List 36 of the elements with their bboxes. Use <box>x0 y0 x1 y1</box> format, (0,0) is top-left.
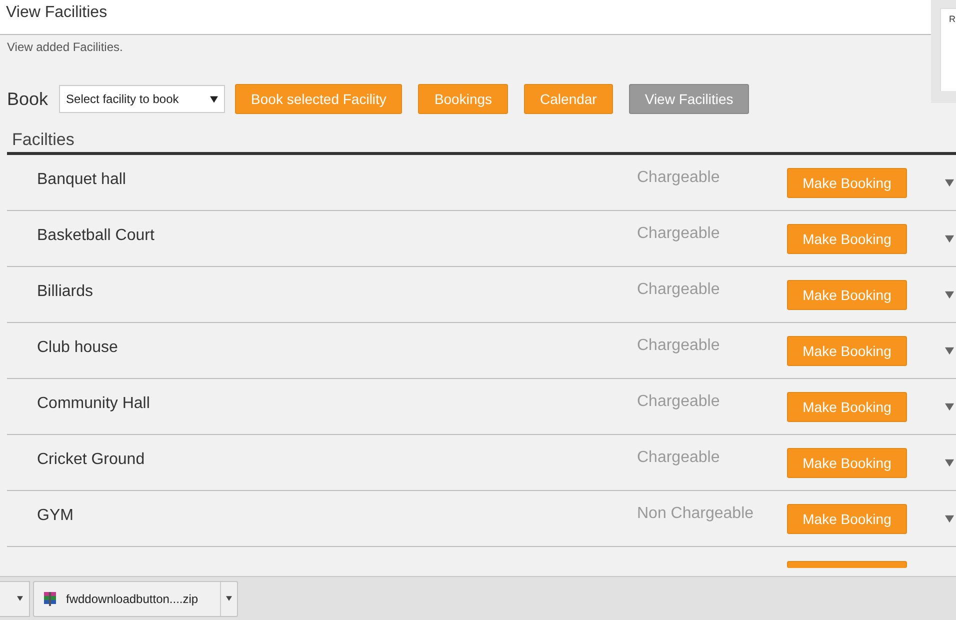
make-booking-button[interactable]: Make Booking <box>787 504 907 534</box>
make-booking-button[interactable]: Make Booking <box>787 224 907 254</box>
facility-name: GYM <box>37 506 74 524</box>
make-booking-button[interactable]: Make Booking <box>787 280 907 310</box>
panel-title: R <box>949 14 956 24</box>
make-booking-button[interactable]: Make Booking <box>787 448 907 478</box>
caret-icon[interactable] <box>17 596 23 601</box>
charge-status: Chargeable <box>637 280 721 298</box>
charge-status: Chargeable <box>637 392 721 410</box>
facility-name: Banquet hall <box>37 170 127 188</box>
charge-status: Chargeable <box>637 224 721 242</box>
download-item[interactable]: fwddownloadbutton....zip <box>33 580 238 616</box>
toolbar-button[interactable]: View Facilities <box>628 84 750 114</box>
charge-status: Chargeable <box>637 336 721 354</box>
facility-name: Billiards <box>37 282 94 300</box>
make-booking-button[interactable]: Make Booking <box>787 168 907 198</box>
facility-name: Community Hall <box>37 394 151 412</box>
charge-status: Chargeable <box>637 448 721 466</box>
toolbar-button[interactable]: Book selected Facility <box>235 84 402 114</box>
facility-select[interactable]: Select facility to book <box>59 85 226 113</box>
charge-status: Non Chargeable <box>637 504 755 522</box>
toolbar-button[interactable]: Calendar <box>524 84 613 114</box>
make-booking-button[interactable]: Make Booking <box>787 336 907 366</box>
toolbar-button[interactable]: Bookings <box>418 84 508 114</box>
section-title: Facilties <box>12 130 74 149</box>
page-title: View Facilities <box>6 4 108 22</box>
charge-status: Chargeable <box>637 168 721 186</box>
facility-name: Basketball Court <box>37 226 156 244</box>
facility-name: Cricket Ground <box>37 450 146 468</box>
make-booking-button[interactable]: Make Booking <box>787 392 907 422</box>
page-subtitle: View added Facilities. <box>7 40 123 54</box>
caret-icon[interactable] <box>226 596 232 601</box>
caret-icon[interactable] <box>210 96 218 102</box>
archive-icon <box>42 590 58 606</box>
book-label: Book <box>7 88 48 110</box>
facility-name: Club house <box>37 338 119 356</box>
